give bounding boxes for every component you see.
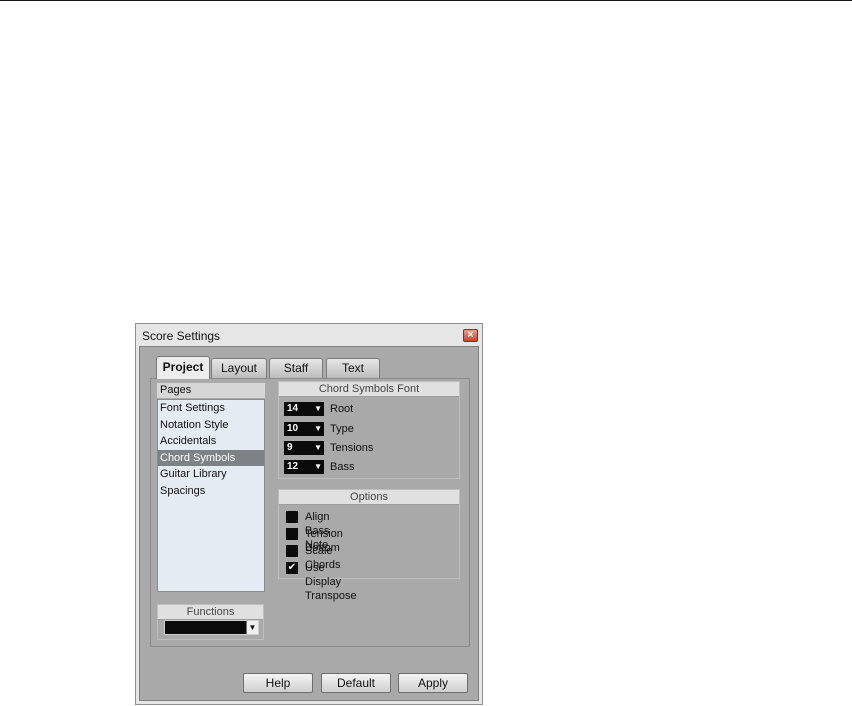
chord-symbols-font-group: Chord Symbols Font 14 ▼ Root 10 ▼ Type 9 ▼ … (278, 381, 460, 479)
pages-list[interactable]: Font Settings Notation Style Accidentals… (157, 399, 265, 592)
bass-size-select[interactable]: 12 ▼ (284, 460, 324, 474)
tab-label: Staff (283, 361, 309, 375)
default-button[interactable]: Default (321, 673, 391, 693)
root-size-value: 14 (287, 403, 299, 414)
tensions-label: Tensions (330, 442, 374, 454)
tab-label: Project (162, 360, 204, 374)
options-group: Options Align Bass Note Tension Bottom S… (278, 489, 460, 602)
score-settings-dialog: Score Settings × Project Layout Staff Te… (135, 323, 483, 705)
page-item-chord-symbols[interactable]: Chord Symbols (158, 449, 264, 466)
type-size-value: 10 (287, 423, 299, 434)
use-display-transpose-label: Use Display Transpose (305, 562, 357, 602)
functions-dropdown[interactable]: ▼ (164, 620, 259, 635)
dropdown-arrow-icon: ▼ (314, 462, 322, 471)
bass-size-value: 12 (287, 461, 299, 472)
pages-header: Pages (157, 383, 265, 398)
functions-header: Functions (158, 605, 263, 620)
root-label: Root (330, 403, 354, 415)
close-button[interactable]: × (463, 329, 478, 342)
align-bass-note-checkbox[interactable] (286, 511, 298, 523)
options-header: Options (279, 490, 459, 505)
functions-group: Functions ▼ (157, 604, 264, 640)
page-item-spacings[interactable]: Spacings (158, 483, 264, 500)
chord-symbols-font-header: Chord Symbols Font (279, 382, 459, 397)
tab-panel-project: Pages Font Settings Notation Style Accid… (150, 378, 470, 647)
tensions-size-select[interactable]: 9 ▼ (284, 441, 324, 455)
help-button[interactable]: Help (243, 673, 313, 693)
apply-button[interactable]: Apply (398, 673, 468, 693)
type-label: Type (330, 423, 354, 435)
tension-bottom-checkbox[interactable] (286, 528, 298, 540)
dropdown-arrow-icon: ▼ (314, 424, 322, 433)
bass-label: Bass (330, 461, 355, 473)
tab-project[interactable]: Project (156, 356, 210, 379)
tensions-size-value: 9 (287, 442, 293, 453)
check-icon: ✔ (287, 562, 297, 573)
dropdown-arrow-icon: ▼ (314, 443, 322, 452)
tab-text[interactable]: Text (326, 358, 380, 378)
tab-label: Layout (220, 361, 258, 375)
tab-layout[interactable]: Layout (211, 358, 267, 378)
root-size-select[interactable]: 14 ▼ (284, 402, 324, 416)
close-icon: × (467, 329, 474, 341)
chevron-down-icon[interactable]: ▼ (246, 621, 258, 634)
title-bar[interactable]: Score Settings × (136, 324, 482, 346)
page-item-font-settings[interactable]: Font Settings (158, 400, 264, 417)
window-title: Score Settings (142, 329, 221, 343)
page-item-guitar-library[interactable]: Guitar Library (158, 466, 264, 483)
type-size-select[interactable]: 10 ▼ (284, 422, 324, 436)
page-item-accidentals[interactable]: Accidentals (158, 433, 264, 450)
tab-staff[interactable]: Staff (269, 358, 323, 378)
top-rule (0, 0, 852, 1)
use-display-transpose-checkbox[interactable]: ✔ (286, 562, 298, 574)
tab-label: Text (341, 361, 364, 375)
page-item-notation-style[interactable]: Notation Style (158, 417, 264, 434)
dropdown-arrow-icon: ▼ (314, 404, 322, 413)
dialog-client-area: Project Layout Staff Text Pages Font Set… (139, 346, 479, 701)
scale-chords-checkbox[interactable] (286, 545, 298, 557)
